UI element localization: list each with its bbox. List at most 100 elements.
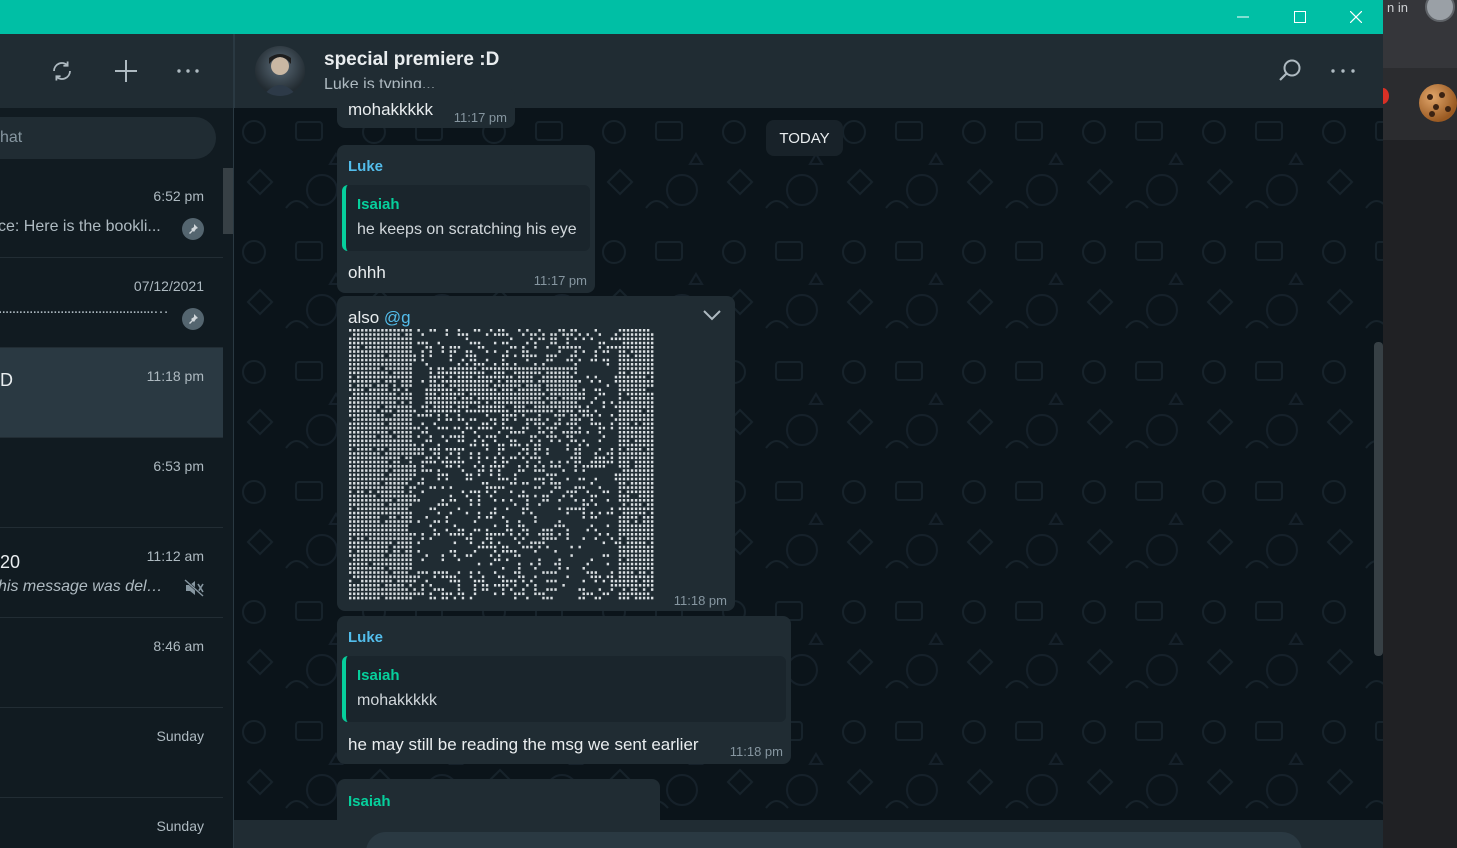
- chat-menu-button[interactable]: [1328, 56, 1358, 86]
- ascii-dot: [473, 439, 477, 443]
- ascii-dot: [417, 341, 420, 345]
- ascii-dot: [477, 516, 481, 519]
- ascii-dot: [497, 392, 501, 396]
- ascii-dot: [433, 533, 436, 536]
- ascii-dot: [441, 401, 445, 404]
- chat-scrollbar[interactable]: [1374, 342, 1383, 656]
- message-bubble[interactable]: Luke Isaiah mohakkkkk he may still be re…: [337, 616, 791, 764]
- browser-profile-avatar[interactable]: [1425, 0, 1455, 22]
- chat-list-item[interactable]: Sunday: [0, 798, 223, 848]
- ascii-dot: [622, 341, 626, 345]
- ascii-dot: [361, 333, 364, 336]
- chat-list-item[interactable]: 20 11:12 am his message was delet...: [0, 528, 223, 618]
- ascii-dot: [425, 516, 428, 519]
- ascii-dot: [642, 375, 646, 379]
- ascii-dot: [562, 333, 565, 336]
- ascii-dot: [397, 596, 400, 600]
- ascii-dot: [522, 482, 525, 485]
- ascii-dot: [634, 545, 638, 549]
- ascii-dot: [465, 397, 469, 400]
- ascii-dot: [626, 375, 630, 379]
- sidebar-menu-button[interactable]: [173, 56, 203, 86]
- ascii-dot: [429, 596, 432, 600]
- ascii-dot: [618, 405, 622, 409]
- ascii-dot: [377, 333, 380, 336]
- ascii-dot: [570, 329, 573, 332]
- ascii-dot: [497, 380, 501, 383]
- ascii-dot: [566, 337, 569, 341]
- ascii-dot: [477, 392, 481, 396]
- ascii-dot: [461, 392, 465, 396]
- ascii-dot: [357, 541, 360, 545]
- ascii-dot: [650, 469, 654, 472]
- ascii-dot: [417, 414, 420, 417]
- ascii-dot: [405, 371, 408, 375]
- ascii-dot: [405, 516, 408, 519]
- ascii-dot: [630, 337, 634, 341]
- mention-link[interactable]: @g: [384, 308, 411, 327]
- group-avatar[interactable]: [255, 46, 305, 96]
- sidebar-scrollbar[interactable]: [223, 168, 233, 234]
- ascii-dot: [550, 337, 553, 341]
- ascii-dot: [429, 439, 432, 443]
- ascii-dot: [373, 562, 376, 566]
- ascii-dot: [590, 460, 593, 464]
- message-bubble[interactable]: also @g 11:18 pm: [337, 296, 735, 611]
- ascii-dot: [514, 477, 517, 481]
- ascii-dot: [542, 571, 545, 574]
- minimize-button[interactable]: [1215, 0, 1271, 34]
- message-input[interactable]: [366, 832, 1302, 848]
- search-input[interactable]: hat: [0, 117, 216, 159]
- status-button[interactable]: [47, 56, 77, 86]
- message-text: he may still be reading the msg we sent …: [348, 735, 699, 754]
- close-button[interactable]: [1328, 0, 1384, 34]
- ascii-dot: [389, 567, 392, 570]
- ascii-dot: [449, 494, 453, 498]
- message-bubble[interactable]: mohakkkkk 11:17 pm: [337, 88, 515, 128]
- ascii-dot: [393, 507, 396, 511]
- maximize-button[interactable]: [1272, 0, 1328, 34]
- ascii-dot: [485, 422, 489, 426]
- chat-list-item[interactable]: Sunday: [0, 708, 223, 798]
- ascii-dot: [437, 511, 440, 515]
- search-messages-button[interactable]: [1275, 56, 1305, 86]
- quoted-message[interactable]: Isaiah he keeps on scratching his eye: [342, 185, 590, 251]
- browser-signin-text[interactable]: n in: [1387, 0, 1408, 15]
- ascii-dot: [393, 537, 396, 540]
- ascii-dot: [493, 507, 497, 511]
- ascii-dot: [481, 588, 485, 591]
- ascii-dot: [590, 524, 593, 528]
- message-bubble[interactable]: Luke Isaiah he keeps on scratching his e…: [337, 145, 595, 293]
- ascii-dot: [485, 375, 489, 379]
- ascii-dot: [393, 414, 396, 417]
- chat-list-item[interactable]: 6:52 pm ce: Here is the bookli...: [0, 168, 223, 258]
- ascii-dot: [550, 409, 553, 413]
- ascii-dot: [473, 550, 477, 553]
- chat-list-item[interactable]: 07/12/2021 .............................…: [0, 258, 223, 348]
- ascii-dot: [614, 375, 618, 379]
- chat-list-item[interactable]: 6:53 pm: [0, 438, 223, 528]
- ascii-dot: [586, 333, 589, 336]
- ascii-dot: [425, 409, 428, 413]
- message-options-button[interactable]: [702, 308, 722, 326]
- ascii-dot: [630, 375, 634, 379]
- ascii-dot: [489, 562, 493, 566]
- ascii-dot: [473, 388, 477, 392]
- ascii-dot: [506, 507, 509, 511]
- ascii-dot: [642, 358, 646, 362]
- ascii-dot: [510, 397, 513, 400]
- chat-list-item-active[interactable]: D 11:18 pm: [0, 348, 223, 438]
- ascii-dot: [381, 392, 384, 396]
- ascii-dot: [393, 405, 396, 409]
- quoted-message[interactable]: Isaiah mohakkkkk: [342, 656, 786, 722]
- cookie-extension-icon[interactable]: [1419, 84, 1457, 122]
- ascii-dot: [377, 337, 380, 341]
- ascii-dot: [558, 401, 561, 404]
- ascii-dot: [518, 524, 521, 528]
- ascii-dot: [357, 482, 360, 485]
- new-chat-button[interactable]: [111, 56, 141, 86]
- chat-list-item[interactable]: 8:46 am: [0, 618, 223, 708]
- ascii-dot: [630, 571, 634, 574]
- ascii-dot: [485, 392, 489, 396]
- ascii-dot: [357, 435, 360, 438]
